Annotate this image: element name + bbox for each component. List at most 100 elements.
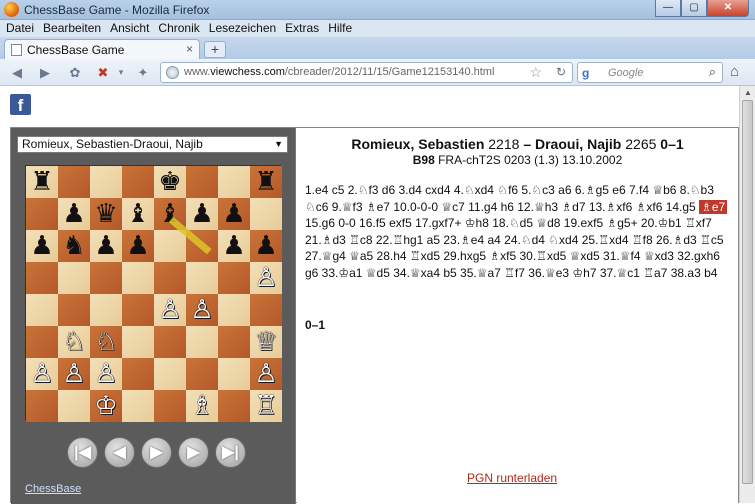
chevron-down-icon[interactable]: ▼	[274, 137, 283, 152]
board-square[interactable]	[122, 390, 154, 422]
previous-move-icon[interactable]: ◀	[104, 437, 135, 468]
move-list[interactable]: 1.e4 c5 2.♘f3 d6 3.d4 cxd4 4.♘xd4 ♘f6 5.…	[305, 182, 733, 281]
board-square[interactable]	[58, 294, 90, 326]
close-tab-icon[interactable]: ×	[186, 42, 193, 56]
board-square[interactable]	[218, 262, 250, 294]
board-square[interactable]: ♙	[250, 358, 282, 390]
board-square[interactable]	[122, 294, 154, 326]
chess-piece[interactable]: ♟	[94, 231, 117, 261]
google-engine-icon[interactable]: g	[582, 66, 596, 80]
chess-piece[interactable]: ♙	[254, 263, 277, 293]
board-square[interactable]: ♙	[186, 294, 218, 326]
moves-after[interactable]: 15.g6 0-0 16.f5 exf5 17.gxf7+ ♔h8 18.♘d5…	[305, 216, 724, 280]
next-move-icon[interactable]: ▶	[178, 437, 209, 468]
board-square[interactable]	[26, 326, 58, 358]
menu-hilfe[interactable]: Hilfe	[328, 20, 352, 37]
board-square[interactable]	[218, 326, 250, 358]
board-square[interactable]: ♘	[58, 326, 90, 358]
new-tab-button[interactable]: +	[204, 41, 226, 58]
current-move[interactable]: ♗e7	[699, 199, 728, 214]
board-square[interactable]: ♘	[90, 326, 122, 358]
last-move-icon[interactable]: ▶|	[215, 437, 246, 468]
menu-chronik[interactable]: Chronik	[158, 20, 199, 37]
chess-piece[interactable]: ♝	[126, 199, 149, 229]
chess-piece[interactable]: ♘	[94, 327, 117, 357]
board-square[interactable]: ♚	[154, 166, 186, 198]
chess-piece[interactable]: ♖	[254, 391, 277, 421]
board-square[interactable]	[90, 294, 122, 326]
board-square[interactable]: ♝	[122, 198, 154, 230]
bookmark-star-icon[interactable]: ☆	[529, 64, 542, 81]
dropdown-chevron-icon[interactable]: ▾	[112, 64, 130, 81]
home-icon[interactable]: ⌂	[730, 63, 739, 80]
search-icon[interactable]: ⌕	[709, 64, 716, 80]
chess-piece[interactable]: ♘	[62, 327, 85, 357]
chess-board[interactable]: ♜ ♚ ♜ ♟ ♛ ♝ ♝ ♟ ♟ ♟ ♞ ♟ ♟ ♟ ♟ ♙ ♙ ♙ ♘ ♘ ♕ ♙ ♙ ♙ ♙ ♔ ♗ ♖	[25, 165, 282, 422]
chess-piece[interactable]: ♞	[62, 231, 85, 261]
board-square[interactable]	[26, 198, 58, 230]
board-square[interactable]	[250, 294, 282, 326]
chess-piece[interactable]: ♚	[158, 167, 181, 197]
board-square[interactable]: ♟	[90, 230, 122, 262]
chess-piece[interactable]: ♟	[126, 231, 149, 261]
board-square[interactable]	[122, 262, 154, 294]
scrollbar-thumb[interactable]	[742, 100, 753, 484]
block-icon[interactable]: ✖	[94, 64, 112, 81]
game-select[interactable]: Romieux, Sebastien-Draoui, Najib ▼	[17, 136, 288, 153]
board-square[interactable]	[154, 326, 186, 358]
board-square[interactable]: ♟	[218, 198, 250, 230]
minimize-button[interactable]: —	[655, 0, 681, 17]
chess-piece[interactable]: ♜	[254, 167, 277, 197]
board-square[interactable]	[218, 358, 250, 390]
board-square[interactable]	[26, 294, 58, 326]
board-square[interactable]: ♖	[250, 390, 282, 422]
board-square[interactable]	[186, 262, 218, 294]
chess-piece[interactable]: ♟	[254, 231, 277, 261]
site-identity-icon[interactable]	[166, 66, 179, 79]
chess-piece[interactable]: ♜	[30, 167, 53, 197]
chess-piece[interactable]: ♟	[222, 231, 245, 261]
menu-lesezeichen[interactable]: Lesezeichen	[209, 20, 276, 37]
chessbase-link[interactable]: ChessBase	[25, 483, 81, 495]
board-square[interactable]: ♜	[26, 166, 58, 198]
chess-piece[interactable]: ♙	[158, 295, 181, 325]
board-square[interactable]	[26, 262, 58, 294]
board-square[interactable]: ♙	[154, 294, 186, 326]
board-square[interactable]	[154, 358, 186, 390]
chess-piece[interactable]: ♙	[30, 359, 53, 389]
board-square[interactable]: ♙	[26, 358, 58, 390]
address-bar[interactable]: www.viewchess.com/cbreader/2012/11/15/Ga…	[160, 62, 573, 83]
board-square[interactable]	[154, 262, 186, 294]
board-square[interactable]: ♟	[26, 230, 58, 262]
board-square[interactable]: ♔	[90, 390, 122, 422]
chess-piece[interactable]: ♙	[62, 359, 85, 389]
url-text[interactable]: www.viewchess.com/cbreader/2012/11/15/Ga…	[184, 66, 494, 78]
chess-piece[interactable]: ♙	[94, 359, 117, 389]
menu-datei[interactable]: Datei	[6, 20, 34, 37]
board-square[interactable]: ♜	[250, 166, 282, 198]
board-square[interactable]	[122, 326, 154, 358]
board-square[interactable]: ♟	[58, 198, 90, 230]
chess-piece[interactable]: ♙	[190, 295, 213, 325]
board-square[interactable]: ♟	[122, 230, 154, 262]
addon-icon[interactable]: ✿	[66, 64, 84, 81]
board-square[interactable]: ♕	[250, 326, 282, 358]
forward-icon[interactable]: ▶	[36, 64, 54, 81]
board-square[interactable]	[122, 166, 154, 198]
menu-bearbeiten[interactable]: Bearbeiten	[43, 20, 101, 37]
tab-chessbase-game[interactable]: ChessBase Game ×	[4, 39, 200, 59]
board-square[interactable]	[58, 390, 90, 422]
board-square[interactable]	[90, 166, 122, 198]
board-square[interactable]	[186, 358, 218, 390]
board-square[interactable]	[250, 198, 282, 230]
chess-piece[interactable]: ♕	[254, 327, 277, 357]
chess-piece[interactable]: ♟	[190, 199, 213, 229]
board-square[interactable]	[154, 230, 186, 262]
board-square[interactable]	[218, 294, 250, 326]
search-bar[interactable]: g Google ⌕	[577, 62, 723, 83]
back-icon[interactable]: ◀	[8, 64, 26, 81]
board-square[interactable]: ♙	[250, 262, 282, 294]
board-square[interactable]	[26, 390, 58, 422]
board-square[interactable]	[186, 326, 218, 358]
board-square[interactable]	[90, 262, 122, 294]
